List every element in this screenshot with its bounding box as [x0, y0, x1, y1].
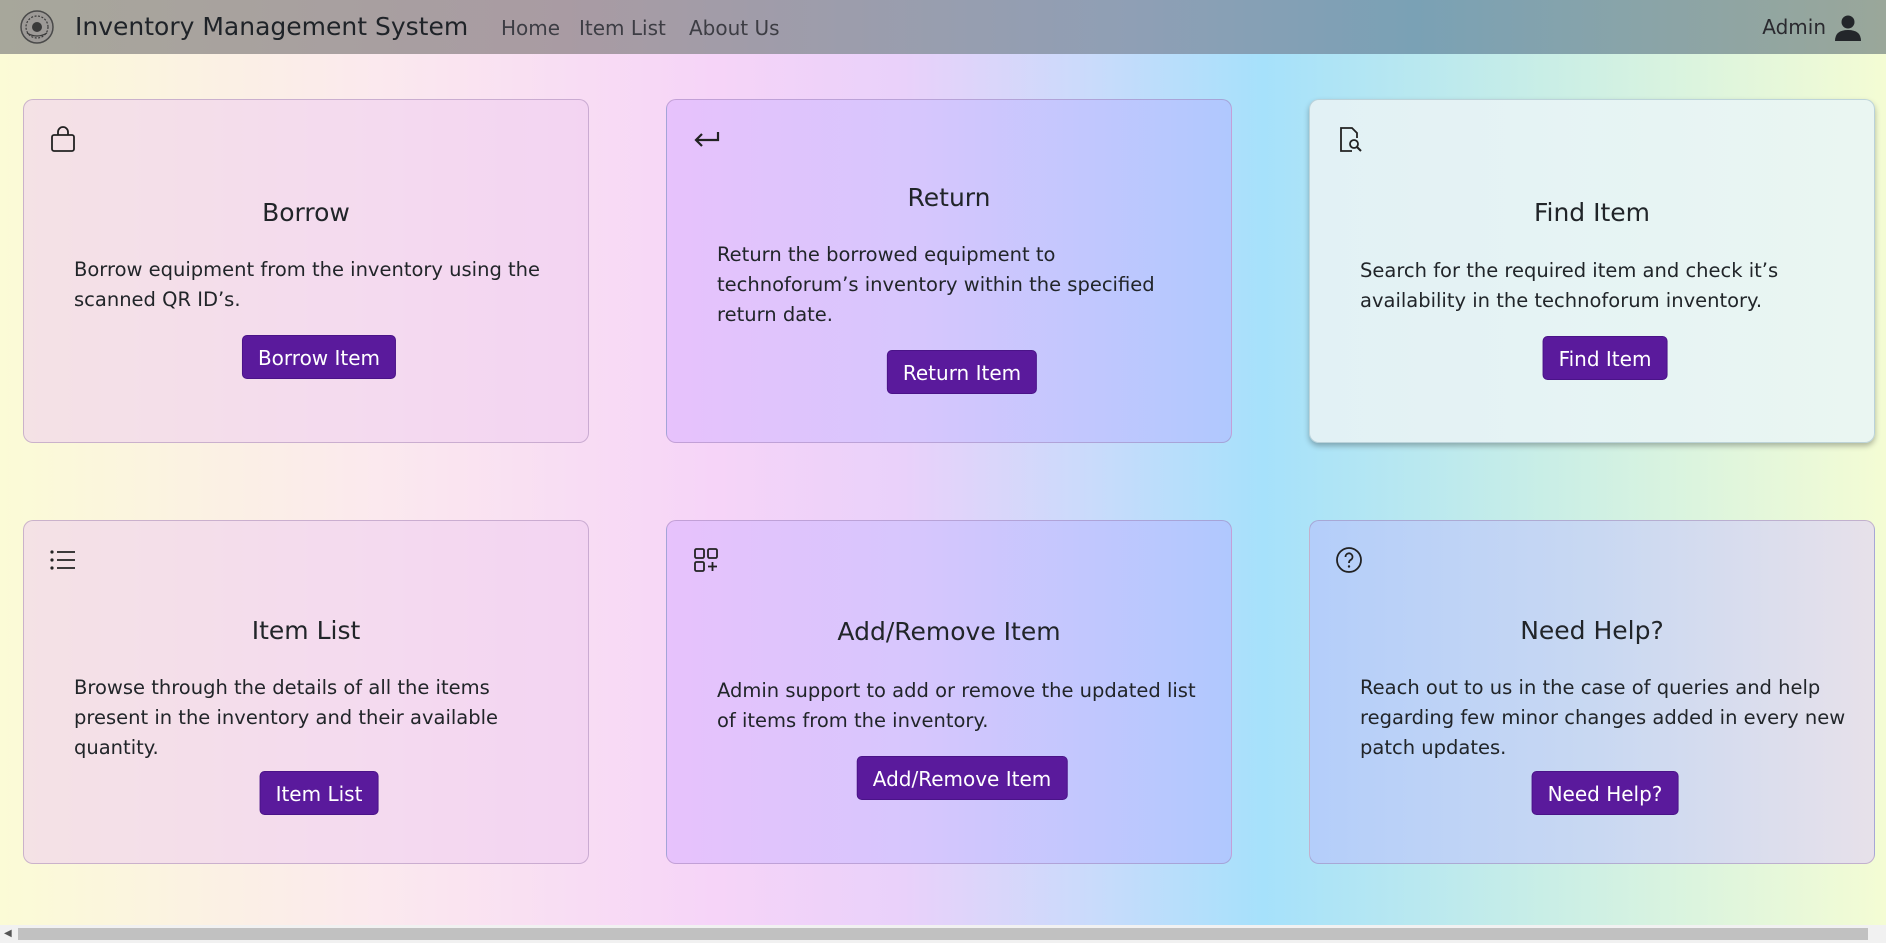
borrow-item-button[interactable]: Borrow Item — [241, 335, 397, 379]
card-text: Reach out to us in the case of queries a… — [1360, 676, 1846, 759]
borrow-card: Borrow Borrow equipment from the invento… — [23, 99, 589, 443]
card-title: Add/Remove Item — [837, 617, 1061, 646]
question-circle-icon — [1336, 547, 1362, 573]
emblem-logo-icon[interactable] — [19, 9, 55, 45]
bag-icon — [51, 126, 75, 152]
card-text: Return the borrowed equipment to technof… — [717, 243, 1155, 326]
user-icon[interactable] — [1834, 14, 1862, 42]
card-title: Return — [907, 183, 991, 212]
nav-home-link[interactable]: Home — [501, 16, 560, 40]
return-item-button[interactable]: Return Item — [886, 350, 1038, 394]
return-arrow-icon — [694, 132, 720, 147]
card-title: Item List — [251, 616, 361, 645]
admin-label[interactable]: Admin — [1762, 15, 1826, 39]
app-title[interactable]: Inventory Management System — [75, 12, 468, 41]
item-list-button[interactable]: Item List — [259, 771, 379, 815]
card-title: Need Help? — [1520, 616, 1664, 645]
card-title: Find Item — [1533, 198, 1651, 227]
horizontal-scrollbar[interactable]: ◀ — [0, 925, 1886, 943]
card-text: Browse through the details of all the it… — [74, 676, 499, 759]
find-item-card: Find Item Search for the required item a… — [1309, 99, 1875, 443]
item-list-card: Item List Browse through the details of … — [23, 520, 589, 864]
need-help-card: Need Help? Reach out to us in the case o… — [1309, 520, 1875, 864]
scrollbar-thumb[interactable] — [18, 928, 1868, 940]
add-remove-item-button[interactable]: Add/Remove Item — [856, 756, 1068, 800]
list-icon — [50, 550, 75, 570]
file-search-icon — [1340, 127, 1362, 152]
find-item-button[interactable]: Find Item — [1542, 336, 1668, 380]
need-help-button[interactable]: Need Help? — [1531, 771, 1679, 815]
nav-item-list-link[interactable]: Item List — [579, 16, 666, 40]
card-text: Admin support to add or remove the updat… — [717, 679, 1196, 732]
card-title: Borrow — [262, 198, 350, 227]
add-remove-item-card: Add/Remove Item Admin support to add or … — [666, 520, 1232, 864]
card-text: Borrow equipment from the inventory usin… — [74, 258, 541, 311]
grid-plus-icon — [694, 548, 718, 572]
nav-about-us-link[interactable]: About Us — [689, 16, 780, 40]
navbar: Inventory Management System Home Item Li… — [0, 0, 1886, 54]
card-text: Search for the required item and check i… — [1360, 259, 1779, 312]
scroll-left-arrow-icon[interactable]: ◀ — [4, 928, 12, 939]
return-card: Return Return the borrowed equipment to … — [666, 99, 1232, 443]
